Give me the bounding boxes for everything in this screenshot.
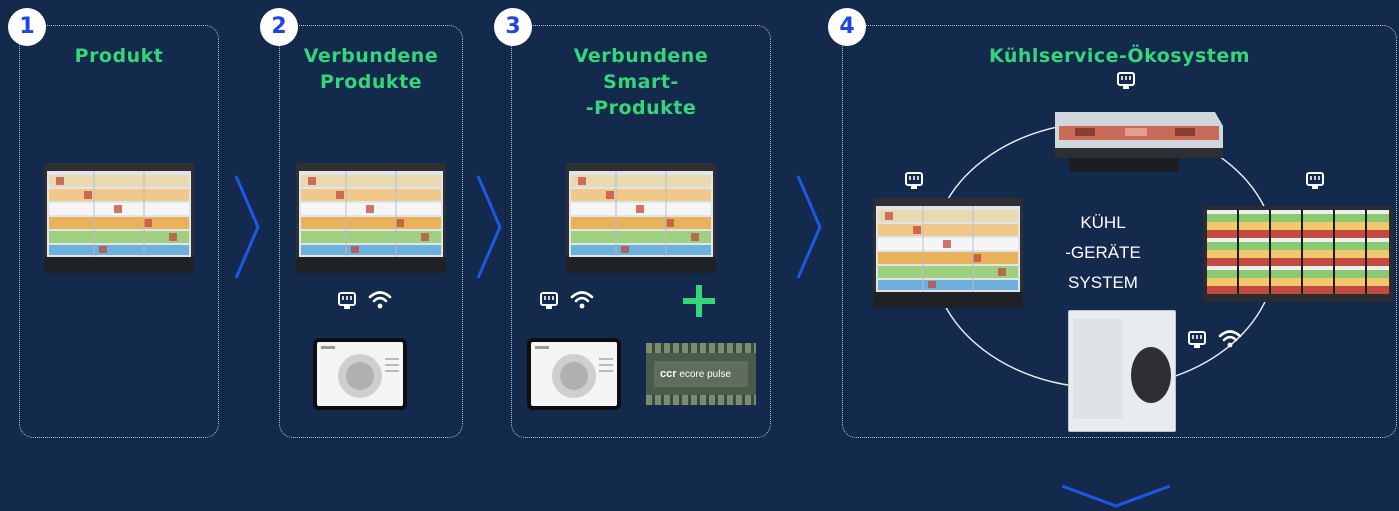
- controller-brand-label: ccr: [660, 368, 677, 380]
- ethernet-icon: [1188, 331, 1206, 349]
- condensing-unit-image: [1068, 310, 1176, 432]
- step-4-title: Kühlservice-Ökosystem: [988, 45, 1251, 67]
- chevron-right-icon: [476, 175, 502, 279]
- ecosystem-center-label: KÜHL -GERÄTE SYSTEM: [1048, 208, 1158, 298]
- tablet-image: [313, 338, 407, 410]
- ethernet-icon: [1306, 172, 1324, 190]
- step-3-number-badge: 3: [494, 8, 532, 46]
- step-4-number-badge: 4: [828, 8, 866, 46]
- step-2-number-badge: 2: [260, 8, 298, 46]
- center-label-line-2: -GERÄTE: [1065, 243, 1141, 262]
- display-fridge-image: [565, 162, 717, 274]
- ethernet-icon: [338, 292, 356, 310]
- chevron-down-icon: [1061, 484, 1171, 508]
- tablet-image: [527, 338, 621, 410]
- diagram: 1 2 3 4 Produkt Verbundene Produkte Verb…: [0, 0, 1399, 511]
- wifi-icon: [1218, 330, 1242, 349]
- step-3-title: Verbundene Smart- -Produkte: [573, 45, 709, 119]
- step-2-title: Verbundene Produkte: [303, 45, 439, 93]
- ethernet-icon: [540, 292, 558, 310]
- plus-icon: [683, 285, 715, 317]
- ethernet-icon: [1117, 72, 1135, 90]
- controller-device-image: ccr ecore pulse: [646, 343, 756, 405]
- center-label-line-1: KÜHL: [1080, 213, 1126, 232]
- wifi-icon: [570, 291, 594, 310]
- step-1-number-badge: 1: [8, 8, 46, 46]
- step-1-title: Produkt: [74, 45, 164, 67]
- ethernet-icon: [905, 172, 923, 190]
- glass-door-cabinets-image: [1203, 206, 1393, 302]
- chevron-right-icon: [234, 175, 260, 279]
- display-fridge-image: [295, 162, 447, 274]
- wifi-icon: [368, 291, 392, 310]
- display-fridge-image: [43, 162, 195, 274]
- serve-over-counter-image: [1055, 112, 1223, 172]
- chevron-right-icon: [796, 175, 822, 279]
- controller-label: ecore pulse: [679, 369, 732, 380]
- display-fridge-image: [872, 197, 1024, 309]
- center-label-line-3: SYSTEM: [1068, 273, 1138, 292]
